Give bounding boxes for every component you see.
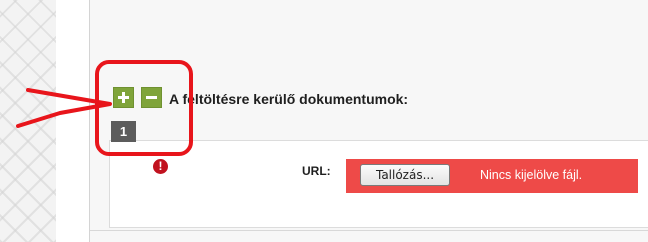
exclamation-icon: ! [153, 159, 168, 174]
screenshot: A feltöltésre kerülő dokumentumok: 1 ! U… [0, 0, 648, 242]
minus-icon [146, 96, 157, 99]
add-document-button[interactable] [113, 87, 134, 108]
decorative-pattern-strip [0, 0, 56, 242]
document-tab-1[interactable]: 1 [111, 121, 136, 142]
plus-icon-stroke [122, 92, 125, 103]
browse-button[interactable]: Tallózás... [360, 164, 450, 186]
section-title: A feltöltésre kerülő dokumentumok: [169, 91, 409, 107]
file-status-text: Nincs kijelölve fájl. [480, 168, 583, 182]
page-margin [56, 0, 89, 242]
divider [90, 230, 648, 231]
remove-document-button[interactable] [141, 87, 162, 108]
url-label: URL: [302, 164, 331, 178]
